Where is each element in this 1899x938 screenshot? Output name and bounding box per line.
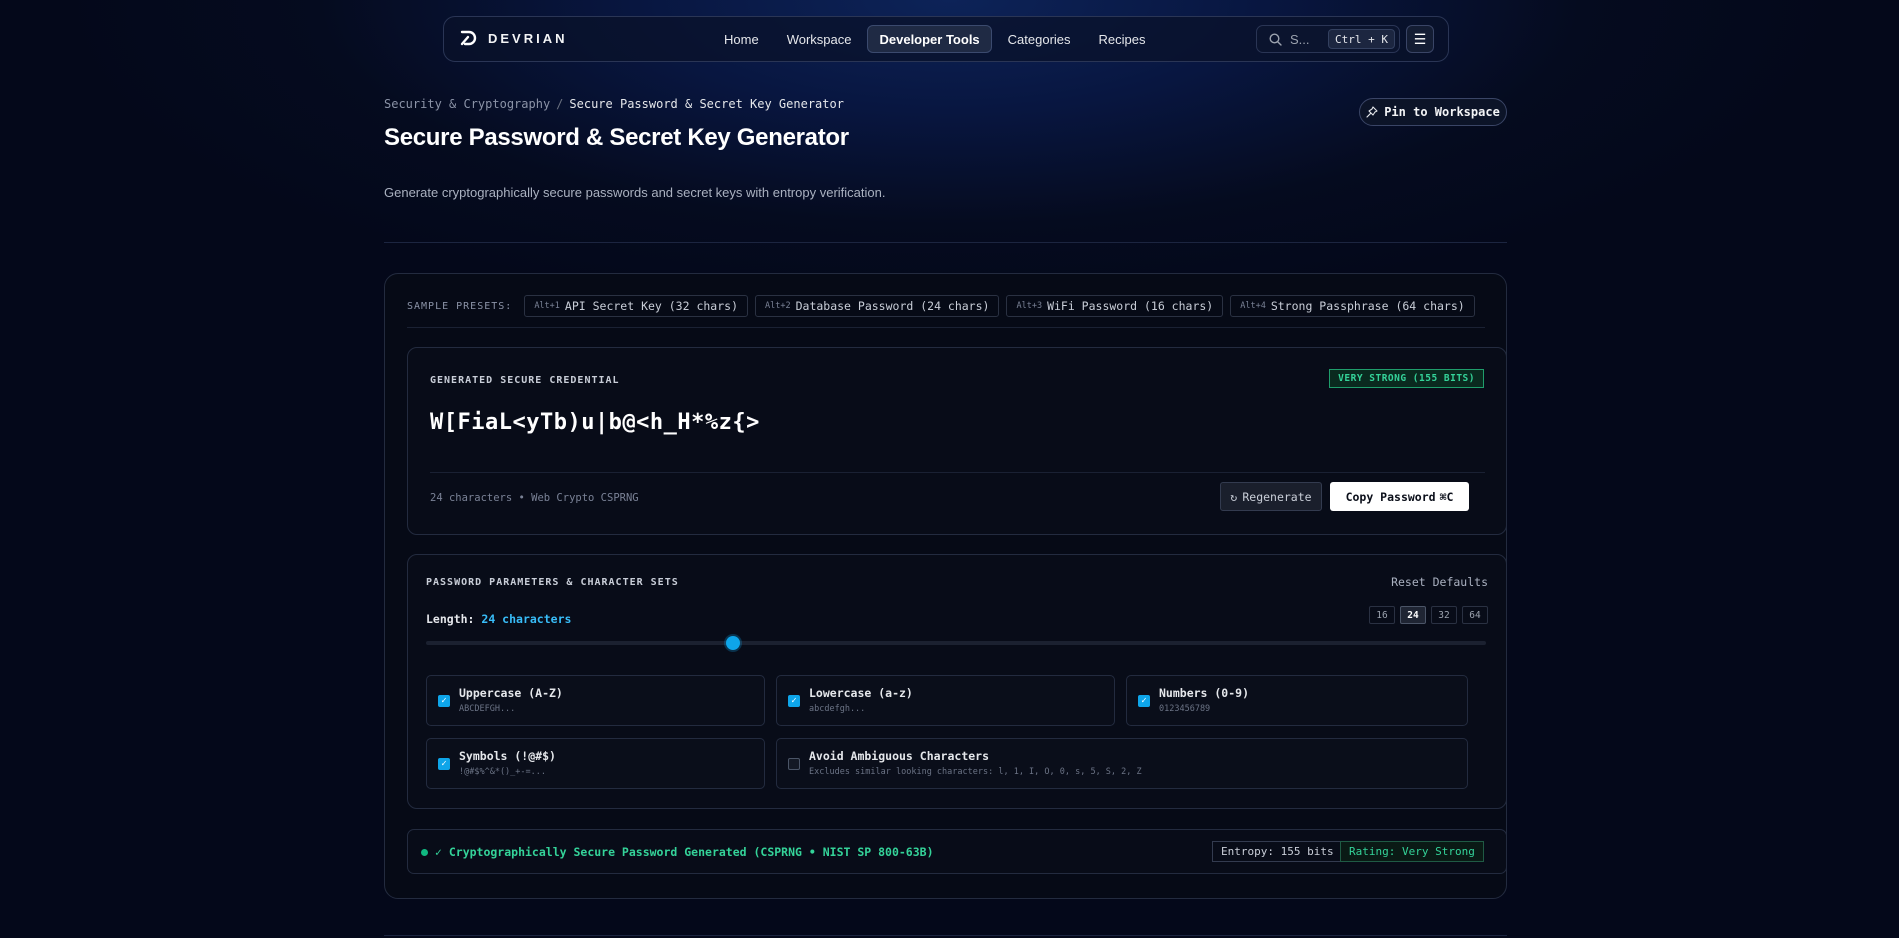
preset-label: WiFi Password (16 chars) [1047, 299, 1214, 313]
length-label: Length: 24 characters [426, 612, 571, 626]
option-title: Uppercase (A-Z) [459, 686, 563, 700]
sample-presets: SAMPLE PRESETS: Alt+1 API Secret Key (32… [407, 295, 1475, 317]
option-numbers[interactable]: ✓ Numbers (0-9) 0123456789 [1126, 675, 1468, 726]
search-shortcut: Ctrl + K [1328, 29, 1395, 49]
hamburger-icon: ☰ [1413, 30, 1427, 47]
footer-divider [384, 935, 1507, 936]
option-title: Avoid Ambiguous Characters [809, 749, 990, 763]
preset-api-secret-key[interactable]: Alt+1 API Secret Key (32 chars) [524, 295, 748, 317]
slider-thumb[interactable] [726, 636, 741, 650]
menu-button[interactable]: ☰ [1406, 25, 1434, 53]
option-avoid-ambiguous[interactable]: Avoid Ambiguous Characters Excludes simi… [776, 738, 1468, 789]
checkbox-checked-icon[interactable]: ✓ [788, 695, 800, 707]
preset-wifi-password[interactable]: Alt+3 WiFi Password (16 chars) [1006, 295, 1224, 317]
pin-label: Pin to Workspace [1384, 105, 1500, 119]
brand-logo[interactable]: DEVRIAN [460, 29, 568, 47]
checkbox-checked-icon[interactable]: ✓ [438, 695, 450, 707]
preset-shortcut: Alt+3 [1016, 301, 1043, 311]
status-bar: ✓ Cryptographically Secure Password Gene… [407, 829, 1507, 874]
top-navbar: DEVRIAN Home Workspace Developer Tools C… [443, 16, 1449, 62]
length-quick-buttons: 16 24 32 64 [1369, 606, 1488, 624]
option-sample: !@#$%^&*()_+-=... [459, 767, 546, 777]
option-sample: abcdefgh... [809, 704, 866, 714]
generator-card: SAMPLE PRESETS: Alt+1 API Secret Key (32… [384, 273, 1507, 899]
checkbox-unchecked-icon[interactable] [788, 758, 800, 770]
presets-label: SAMPLE PRESETS: [407, 300, 513, 312]
nav-link-categories[interactable]: Categories [996, 25, 1083, 53]
preset-shortcut: Alt+2 [765, 301, 791, 311]
search-placeholder: S... [1290, 31, 1310, 47]
option-lowercase[interactable]: ✓ Lowercase (a-z) abcdefgh... [776, 675, 1115, 726]
option-sample: ABCDEFGH... [459, 704, 516, 714]
checkbox-checked-icon[interactable]: ✓ [438, 758, 450, 770]
length-option-32[interactable]: 32 [1431, 606, 1457, 624]
length-option-64[interactable]: 64 [1462, 606, 1488, 624]
page-description: Generate cryptographically secure passwo… [384, 185, 886, 200]
length-slider[interactable] [426, 636, 1486, 650]
parameters-title: PASSWORD PARAMETERS & CHARACTER SETS [426, 577, 679, 588]
status-message: ✓ Cryptographically Secure Password Gene… [435, 845, 934, 859]
pin-to-workspace-button[interactable]: Pin to Workspace [1359, 98, 1507, 126]
preset-label: API Secret Key (32 chars) [564, 299, 738, 313]
option-sample: Excludes similar looking characters: l, … [809, 767, 1142, 777]
refresh-icon: ↻ [1230, 489, 1238, 504]
option-title: Lowercase (a-z) [809, 686, 913, 700]
rating-badge: Rating: Very Strong [1340, 841, 1484, 862]
length-option-24[interactable]: 24 [1400, 606, 1426, 624]
length-caption: Length: [426, 612, 475, 626]
nav-link-home[interactable]: Home [712, 25, 771, 53]
preset-shortcut: Alt+4 [1240, 301, 1266, 311]
header-divider [384, 242, 1507, 243]
pin-icon [1366, 106, 1378, 118]
option-title: Symbols (!@#$) [459, 749, 556, 763]
nav-link-recipes[interactable]: Recipes [1087, 25, 1158, 53]
preset-label: Strong Passphrase (64 chars) [1270, 299, 1465, 313]
status-dot-icon [421, 849, 428, 856]
parameters-panel: PASSWORD PARAMETERS & CHARACTER SETS Res… [407, 554, 1507, 809]
preset-shortcut: Alt+1 [534, 301, 560, 311]
option-uppercase[interactable]: ✓ Uppercase (A-Z) ABCDEFGH... [426, 675, 765, 726]
length-option-16[interactable]: 16 [1369, 606, 1395, 624]
credential-meta: 24 characters • Web Crypto CSPRNG [430, 492, 639, 504]
search-box[interactable]: S... Ctrl + K [1256, 25, 1400, 53]
checkbox-checked-icon[interactable]: ✓ [1138, 695, 1150, 707]
preset-strong-passphrase[interactable]: Alt+4 Strong Passphrase (64 chars) [1230, 295, 1475, 317]
strength-badge: VERY STRONG (155 BITS) [1329, 369, 1484, 388]
credential-divider [430, 472, 1485, 473]
page-title: Secure Password & Secret Key Generator [384, 124, 849, 151]
breadcrumb-current: Secure Password & Secret Key Generator [569, 97, 844, 111]
nav-link-workspace[interactable]: Workspace [775, 25, 864, 53]
nav-link-developer-tools[interactable]: Developer Tools [867, 25, 992, 53]
breadcrumb: Security & Cryptography / Secure Passwor… [384, 97, 844, 111]
credential-label: GENERATED SECURE CREDENTIAL [430, 375, 620, 386]
length-value: 24 characters [481, 612, 572, 626]
breadcrumb-separator: / [556, 97, 564, 111]
copy-password-button[interactable]: Copy Password ⌘C [1330, 482, 1469, 511]
option-sample: 0123456789 [1159, 704, 1211, 714]
brand-name: DEVRIAN [488, 30, 568, 46]
preset-database-password[interactable]: Alt+2 Database Password (24 chars) [755, 295, 1000, 317]
logo-mark-icon [460, 30, 477, 46]
search-icon [1269, 32, 1282, 46]
presets-divider [407, 327, 1485, 328]
entropy-badge: Entropy: 155 bits [1212, 841, 1343, 862]
copy-shortcut: ⌘C [1439, 489, 1454, 504]
reset-defaults-button[interactable]: Reset Defaults [1391, 575, 1488, 589]
option-title: Numbers (0-9) [1159, 686, 1250, 700]
copy-label: Copy Password [1345, 489, 1436, 504]
option-symbols[interactable]: ✓ Symbols (!@#$) !@#$%^&*()_+-=... [426, 738, 765, 789]
generated-password[interactable]: W[FiaL<yTb)u|b@<h_H*%z{> [430, 410, 760, 435]
credential-panel: GENERATED SECURE CREDENTIAL VERY STRONG … [407, 347, 1507, 535]
regenerate-label: Regenerate [1242, 489, 1312, 504]
breadcrumb-parent-link[interactable]: Security & Cryptography [384, 97, 550, 111]
preset-label: Database Password (24 chars) [795, 299, 990, 313]
regenerate-button[interactable]: ↻ Regenerate [1220, 482, 1322, 511]
nav-links: Home Workspace Developer Tools Categorie… [712, 25, 1158, 53]
